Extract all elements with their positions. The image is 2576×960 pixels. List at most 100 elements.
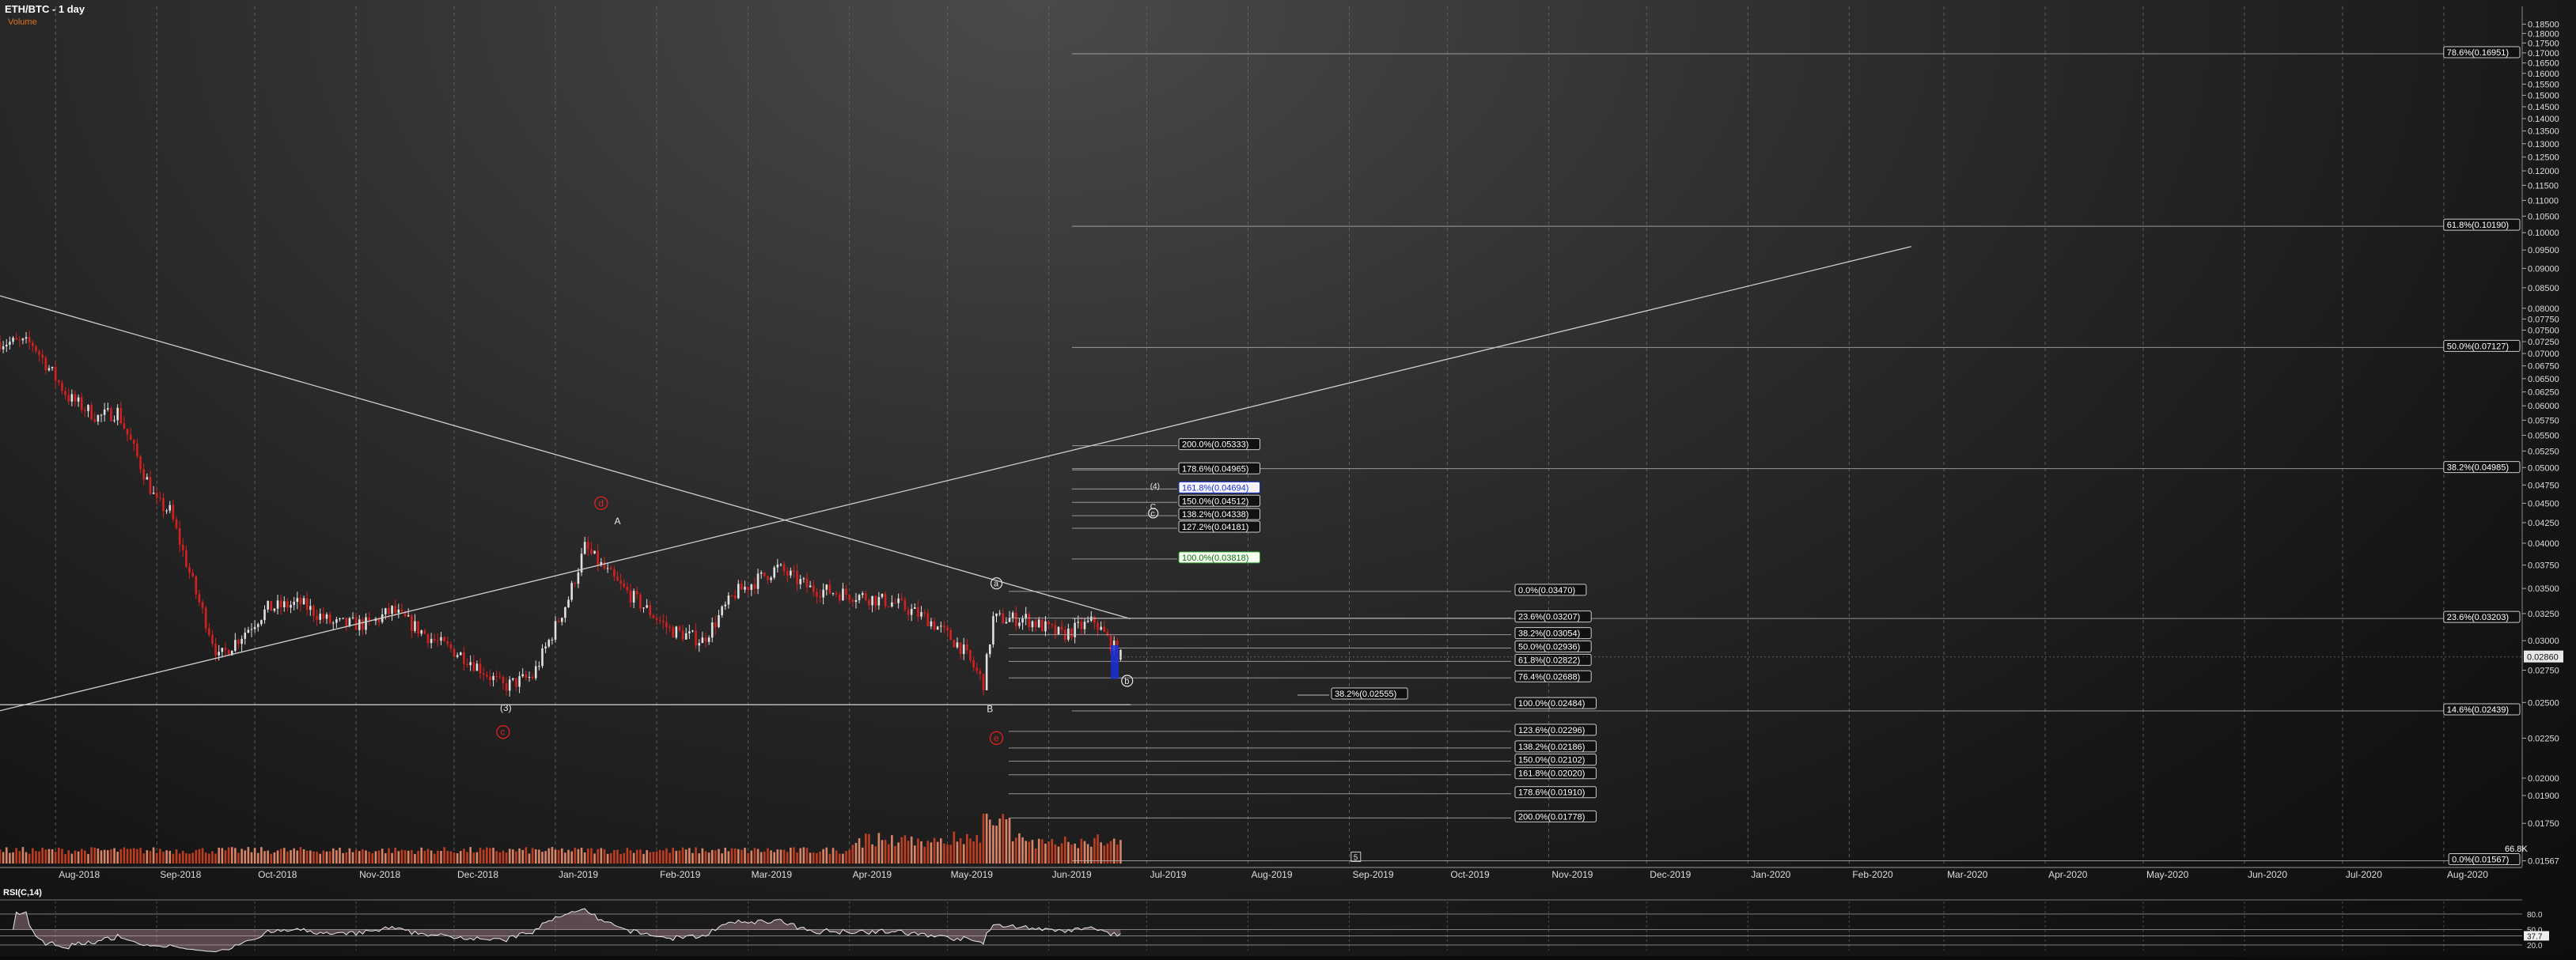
candle-body <box>1014 612 1017 626</box>
volume-bar <box>244 850 247 864</box>
volume-bar <box>747 852 749 864</box>
y-tick-label: 0.08500 <box>2528 284 2559 293</box>
volume-bar <box>0 849 2 864</box>
volume-bar <box>313 851 315 864</box>
volume-bar <box>449 851 453 864</box>
volume-bar <box>1028 841 1031 864</box>
candle-body <box>331 622 335 624</box>
y-tick-label: 0.05250 <box>2528 447 2559 456</box>
volume-bar <box>198 849 201 864</box>
x-tick-label: Oct-2019 <box>1450 869 1490 880</box>
candle-body <box>825 584 828 590</box>
volume-bar <box>669 852 671 864</box>
x-tick-label: Sep-2019 <box>1352 869 1393 880</box>
y-tick-label: 0.01567 <box>2528 857 2559 867</box>
volume-bar <box>1025 841 1027 864</box>
retrace-label: 38.2%(0.02555) <box>1335 690 1396 699</box>
candle-body <box>554 621 557 640</box>
candle-body <box>790 570 792 576</box>
fib-ext-label: 127.2%(0.04181) <box>1182 523 1248 532</box>
volume-bar <box>331 848 335 864</box>
volume-bar <box>270 853 273 864</box>
volume-bar <box>423 850 426 864</box>
volume-bar <box>812 852 815 864</box>
candle-body <box>270 600 273 611</box>
volume-bar <box>87 853 89 864</box>
y-tick-label: 0.12000 <box>2528 167 2559 176</box>
volume-bar <box>263 851 266 864</box>
volume-bar <box>1008 818 1011 864</box>
candle-body <box>446 641 449 644</box>
candle-body <box>828 584 832 594</box>
volume-bar <box>1080 838 1083 864</box>
volume-bar <box>907 841 910 864</box>
volume-bar <box>302 849 305 864</box>
volume-bar <box>541 852 544 864</box>
candle-body <box>93 419 97 422</box>
candle-body <box>469 662 472 666</box>
volume-bar <box>917 838 919 864</box>
candle-body <box>1021 618 1024 623</box>
volume-bar <box>466 852 468 864</box>
candle-body <box>204 607 207 629</box>
volume-bar <box>714 850 717 864</box>
volume-bar <box>498 852 502 864</box>
price-chart[interactable]: Aug-2018 Sep-2018 Oct-2018 Nov-2018 Dec-2018… <box>0 0 2576 956</box>
candle-body <box>348 618 351 626</box>
wave-label: A <box>614 516 620 527</box>
candle-body <box>809 585 812 588</box>
candle-body <box>90 405 93 420</box>
wave-label: c <box>500 727 505 738</box>
volume-bar <box>211 851 214 864</box>
volume-bar <box>802 847 805 864</box>
volume-bar <box>881 840 884 864</box>
candle-body <box>903 599 907 610</box>
volume-bar <box>159 849 161 864</box>
fib-mid-label: 38.2%(0.03054) <box>1518 629 1580 639</box>
volume-bar <box>492 848 494 864</box>
volume-bar <box>218 847 220 864</box>
volume-bar <box>443 847 445 864</box>
volume-bar <box>972 841 975 864</box>
volume-bar <box>116 852 119 864</box>
candle-body <box>159 497 161 499</box>
candle-body <box>701 637 704 644</box>
volume-bar <box>756 849 760 864</box>
volume-bar <box>475 852 479 864</box>
volume-bar <box>564 852 566 864</box>
candle-body <box>31 342 34 346</box>
volume-bar <box>962 844 965 864</box>
candle-body <box>913 607 916 609</box>
y-tick-label: 0.18000 <box>2528 29 2559 39</box>
candle-body <box>655 618 658 621</box>
volume-bar <box>489 848 491 864</box>
volume-bar <box>639 849 642 864</box>
volume-bar <box>547 848 551 864</box>
candle-body <box>463 652 465 664</box>
y-tick-label: 0.12500 <box>2528 153 2559 163</box>
candle-body <box>962 644 965 655</box>
volume-bar <box>956 841 959 864</box>
candle-body <box>917 607 919 617</box>
volume-bar <box>661 850 665 864</box>
x-tick-label: May-2019 <box>951 869 994 880</box>
candle-body <box>819 596 821 598</box>
candle-body <box>718 614 720 627</box>
volume-bar <box>67 850 70 864</box>
volume-bar <box>629 850 632 864</box>
volume-bar <box>256 852 259 864</box>
volume-bar <box>940 838 942 864</box>
volume-bar <box>845 851 847 864</box>
candle-body <box>959 642 962 655</box>
candle-body <box>936 626 939 630</box>
candle-body <box>972 660 975 668</box>
volume-bar <box>953 831 956 864</box>
volume-bar <box>1051 838 1054 864</box>
candle-body <box>328 614 331 623</box>
volume-bar <box>1047 841 1050 864</box>
candle-body <box>1103 626 1106 632</box>
candle-body <box>1097 622 1099 630</box>
candle-body <box>368 617 370 620</box>
volume-bar <box>903 835 907 864</box>
volume-bar <box>985 813 988 864</box>
